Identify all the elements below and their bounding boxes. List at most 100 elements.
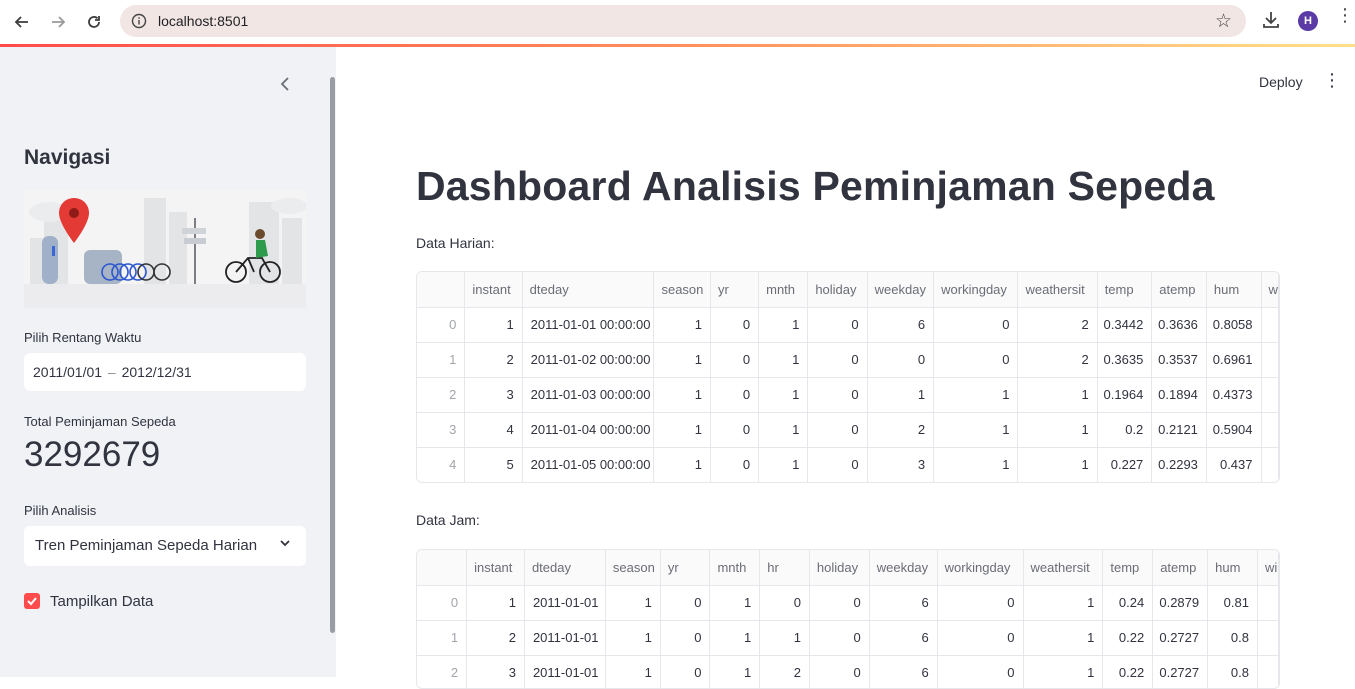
table-cell[interactable]: 0 bbox=[809, 620, 870, 656]
table-cell[interactable]: 2011-01-01 bbox=[524, 655, 606, 688]
table-cell[interactable]: 0 bbox=[933, 342, 1019, 378]
column-header[interactable]: dteday bbox=[522, 272, 655, 308]
table-cell[interactable]: 0.2879 bbox=[1152, 585, 1209, 621]
table-cell[interactable]: 2011-01-01 00:00:00 bbox=[522, 307, 655, 343]
table-cell[interactable]: 3 bbox=[464, 377, 523, 413]
table-cell[interactable]: 1 bbox=[933, 412, 1019, 448]
row-index[interactable]: 2 bbox=[417, 377, 466, 413]
column-header[interactable]: hr bbox=[759, 550, 810, 586]
table-cell[interactable]: 0 bbox=[809, 585, 870, 621]
table-cell[interactable]: 0.2293 bbox=[1151, 447, 1207, 482]
table-cell[interactable]: 1 bbox=[709, 620, 761, 656]
column-header[interactable]: atemp bbox=[1152, 550, 1209, 586]
table-cell[interactable]: 2011-01-04 00:00:00 bbox=[522, 412, 655, 448]
column-header[interactable]: weekday bbox=[869, 550, 938, 586]
row-index[interactable]: 3 bbox=[417, 412, 466, 448]
table-cell[interactable]: 0 bbox=[937, 655, 1024, 688]
table-cell[interactable]: 6 bbox=[869, 655, 938, 688]
table-row[interactable]: 2 3 2011-01-03 00:00:00 1 0 1 0 1 1 1 0.1964 0.1894… bbox=[417, 377, 1279, 413]
column-header[interactable]: temp bbox=[1097, 272, 1153, 308]
column-header[interactable]: season bbox=[605, 550, 661, 586]
table-cell[interactable]: 1 bbox=[653, 342, 712, 378]
table-row[interactable]: 0 1 2011-01-01 1 0 1 0 0 6 0 1 0.24 0.2879 0.81 bbox=[417, 585, 1279, 621]
table-cell[interactable]: 1 bbox=[605, 620, 661, 656]
table-cell[interactable]: 2011-01-01 bbox=[524, 585, 606, 621]
table-cell[interactable]: 0 bbox=[759, 585, 810, 621]
table-cell[interactable]: 1 bbox=[1023, 585, 1104, 621]
table-cell[interactable]: 2011-01-03 00:00:00 bbox=[522, 377, 655, 413]
column-header[interactable]: weathersit bbox=[1023, 550, 1104, 586]
main-menu-icon[interactable]: ⋮ bbox=[1323, 70, 1341, 91]
table-cell[interactable] bbox=[1257, 655, 1279, 688]
table-cell[interactable]: 1 bbox=[867, 377, 935, 413]
table-cell[interactable] bbox=[1261, 307, 1279, 343]
column-header[interactable]: weathersit bbox=[1017, 272, 1098, 308]
table-cell[interactable]: 3 bbox=[466, 655, 525, 688]
table-cell[interactable]: 2 bbox=[1017, 342, 1098, 378]
table-cell[interactable]: 0 bbox=[660, 585, 711, 621]
table-cell[interactable]: 1 bbox=[605, 585, 661, 621]
table-cell[interactable]: 1 bbox=[464, 307, 523, 343]
table-cell[interactable]: 0 bbox=[660, 620, 711, 656]
column-header[interactable]: wi bbox=[1257, 550, 1279, 586]
column-header[interactable]: weekday bbox=[867, 272, 935, 308]
table-cell[interactable]: 0 bbox=[867, 342, 935, 378]
table-cell[interactable]: 0 bbox=[807, 307, 868, 343]
table-cell[interactable]: 1 bbox=[1017, 447, 1098, 482]
column-header[interactable]: holiday bbox=[809, 550, 870, 586]
table-cell[interactable]: 0 bbox=[807, 377, 868, 413]
download-icon[interactable] bbox=[1260, 9, 1282, 36]
table-cell[interactable]: 0 bbox=[807, 412, 868, 448]
profile-avatar[interactable]: H bbox=[1298, 11, 1318, 31]
table-cell[interactable]: 0.1894 bbox=[1151, 377, 1207, 413]
column-header[interactable]: dteday bbox=[524, 550, 606, 586]
table-cell[interactable]: 2011-01-02 00:00:00 bbox=[522, 342, 655, 378]
table-cell[interactable]: 0 bbox=[933, 307, 1019, 343]
row-index[interactable]: 0 bbox=[417, 585, 468, 621]
table-cell[interactable]: 1 bbox=[758, 412, 809, 448]
bookmark-star-icon[interactable]: ☆ bbox=[1215, 10, 1232, 33]
table-cell[interactable] bbox=[1257, 585, 1279, 621]
table-cell[interactable]: 0.8 bbox=[1207, 655, 1258, 688]
table-cell[interactable]: 1 bbox=[758, 342, 809, 378]
table-cell[interactable]: 5 bbox=[464, 447, 523, 482]
table-cell[interactable]: 0.22 bbox=[1102, 620, 1154, 656]
collapse-sidebar-icon[interactable] bbox=[278, 75, 292, 98]
show-data-label[interactable]: Tampilkan Data bbox=[50, 593, 153, 610]
table-cell[interactable]: 1 bbox=[653, 447, 712, 482]
table-cell[interactable]: 1 bbox=[758, 307, 809, 343]
table-cell[interactable]: 1 bbox=[605, 655, 661, 688]
browser-menu-icon[interactable]: ⋮ bbox=[1336, 6, 1354, 24]
column-header[interactable]: atemp bbox=[1151, 272, 1207, 308]
table-cell[interactable]: 0.3636 bbox=[1151, 307, 1207, 343]
table-cell[interactable]: 1 bbox=[709, 655, 761, 688]
row-index[interactable]: 0 bbox=[417, 307, 466, 343]
column-header[interactable]: yr bbox=[710, 272, 760, 308]
column-header[interactable]: mnth bbox=[758, 272, 809, 308]
table-cell[interactable]: 1 bbox=[653, 307, 712, 343]
table-cell[interactable]: 6 bbox=[869, 585, 938, 621]
table-cell[interactable]: 0.22 bbox=[1102, 655, 1154, 688]
table-cell[interactable]: 0 bbox=[807, 342, 868, 378]
table-cell[interactable]: 6 bbox=[867, 307, 935, 343]
address-bar[interactable]: localhost:8501 ☆ bbox=[120, 5, 1246, 37]
table-cell[interactable]: 0.2 bbox=[1097, 412, 1153, 448]
table-cell[interactable]: 3 bbox=[867, 447, 935, 482]
forward-icon[interactable] bbox=[44, 8, 72, 36]
table-cell[interactable]: 0.2727 bbox=[1152, 655, 1209, 688]
table-cell[interactable]: 2 bbox=[1017, 307, 1098, 343]
table-row[interactable]: 0 1 2011-01-01 00:00:00 1 0 1 0 6 0 2 0.3442 0.3636… bbox=[417, 307, 1279, 343]
show-data-checkbox[interactable] bbox=[24, 593, 40, 609]
table-cell[interactable]: 1 bbox=[1017, 377, 1098, 413]
table-cell[interactable]: 1 bbox=[1023, 655, 1104, 688]
table-cell[interactable]: 0.8058 bbox=[1206, 307, 1262, 343]
table-cell[interactable]: 0.227 bbox=[1097, 447, 1153, 482]
column-header[interactable]: instant bbox=[466, 550, 525, 586]
column-header[interactable]: holiday bbox=[807, 272, 868, 308]
row-index[interactable]: 1 bbox=[417, 342, 466, 378]
table-row[interactable]: 3 4 2011-01-04 00:00:00 1 0 1 0 2 1 1 0.2 0.2121 0.5… bbox=[417, 412, 1279, 448]
table-cell[interactable]: 2011-01-01 bbox=[524, 620, 606, 656]
back-icon[interactable] bbox=[8, 8, 36, 36]
table-cell[interactable] bbox=[1261, 447, 1279, 482]
table-cell[interactable] bbox=[1261, 412, 1279, 448]
